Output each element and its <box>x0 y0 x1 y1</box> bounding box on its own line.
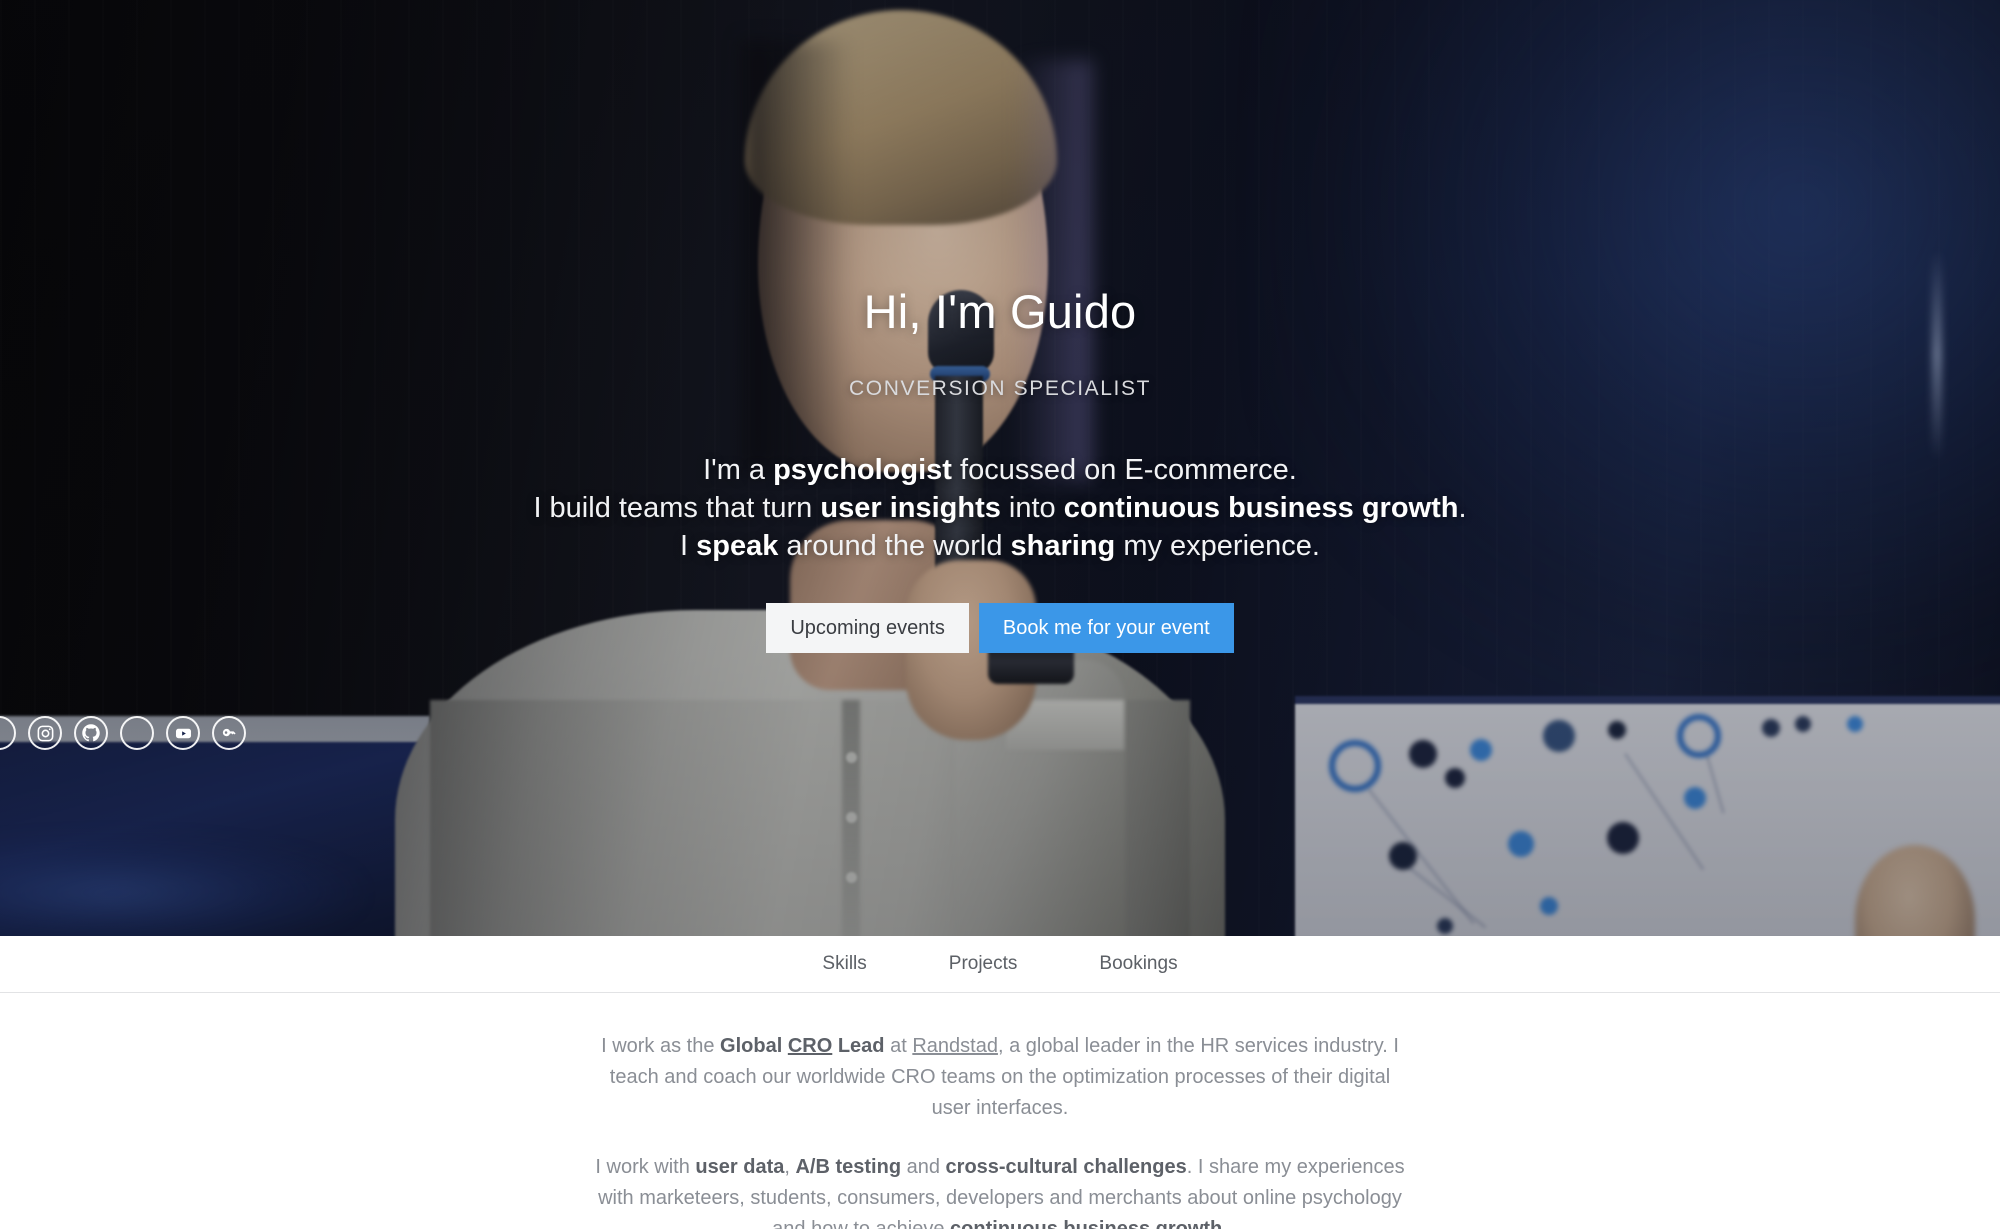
hero-description: I'm a psychologist focussed on E-commerc… <box>533 451 1466 565</box>
emphasis-text: sharing <box>1010 529 1116 562</box>
emphasis-text: user data <box>695 1156 785 1178</box>
key-icon[interactable] <box>212 716 246 750</box>
hero-content: Hi, I'm Guido CONVERSION SPECIALIST I'm … <box>0 0 2000 936</box>
plain-text: at <box>884 1035 913 1057</box>
intro-paragraph: I work with user data, A/B testing and c… <box>595 1152 1405 1229</box>
emphasis-text: user insights <box>820 491 1001 524</box>
upcoming-events-button[interactable]: Upcoming events <box>766 602 969 653</box>
hero-description-line: I'm a psychologist focussed on E-commerc… <box>533 451 1466 489</box>
emphasis-text: continuous business growth <box>1063 491 1459 524</box>
hero-cta-group: Upcoming events Book me for your event <box>766 602 1234 653</box>
hero-description-line: I speak around the world sharing my expe… <box>533 527 1466 565</box>
plain-text: . <box>1458 491 1467 524</box>
instagram-icon[interactable] <box>28 716 62 750</box>
hero-subtitle: CONVERSION SPECIALIST <box>849 376 1151 400</box>
emphasis-text: continuous business growth <box>950 1218 1223 1229</box>
plain-text: my experience. <box>1115 529 1320 562</box>
plain-text: I build teams that turn <box>533 491 821 524</box>
emphasis-text: CRO <box>787 1035 833 1057</box>
emphasis-text: speak <box>696 529 779 562</box>
plain-text: I work as the <box>601 1035 721 1057</box>
emphasis-text: Global <box>720 1035 788 1057</box>
plain-text: into <box>1000 491 1064 524</box>
plain-text: . <box>1222 1218 1228 1229</box>
nav-item-bookings[interactable]: Bookings <box>1097 949 1179 979</box>
plain-text: I work with <box>595 1156 696 1178</box>
randstad-link[interactable]: Randstad <box>912 1035 998 1057</box>
plain-text: focussed on E-commerce. <box>951 453 1297 486</box>
emphasis-text: psychologist <box>773 453 952 486</box>
emphasis-text: Lead <box>832 1035 885 1057</box>
hero-description-line: I build teams that turn user insights in… <box>533 489 1466 527</box>
book-me-button[interactable]: Book me for your event <box>978 602 1234 653</box>
plain-text: around the world <box>778 529 1011 562</box>
plain-text: and <box>901 1156 946 1178</box>
section-navbar: Skills Projects Bookings <box>0 936 2000 993</box>
hero-title: Hi, I'm Guido <box>863 284 1137 338</box>
emphasis-text: cross-cultural challenges <box>945 1156 1187 1178</box>
hero-section: Hi, I'm Guido CONVERSION SPECIALIST I'm … <box>0 0 2000 936</box>
emphasis-text: A/B testing <box>795 1156 902 1178</box>
youtube-icon[interactable] <box>166 716 200 750</box>
nav-item-projects[interactable]: Projects <box>947 949 1020 979</box>
social-links <box>0 716 246 750</box>
plain-text: I'm a <box>703 453 774 486</box>
blank-circle-icon[interactable] <box>120 716 154 750</box>
intro-section: I work as the Global CRO Lead at Randsta… <box>0 993 2000 1229</box>
intro-paragraph: I work as the Global CRO Lead at Randsta… <box>595 1031 1405 1124</box>
plain-text: I <box>680 529 697 562</box>
plain-text: , <box>784 1156 796 1178</box>
nav-item-skills[interactable]: Skills <box>820 949 868 979</box>
github-icon[interactable] <box>74 716 108 750</box>
social-partial-icon[interactable] <box>0 716 16 750</box>
